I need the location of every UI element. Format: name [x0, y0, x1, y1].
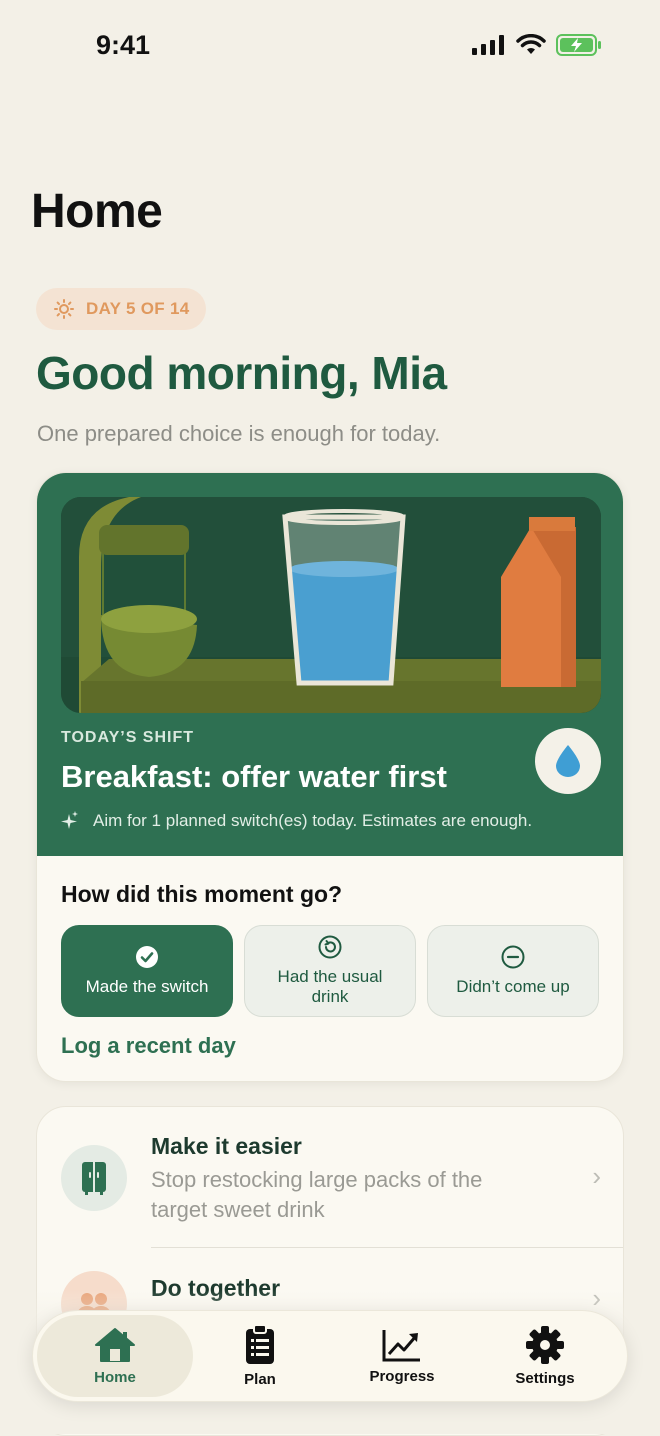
status-icons	[472, 34, 602, 56]
fridge-icon	[82, 1162, 106, 1195]
made-switch-label: Made the switch	[85, 977, 209, 996]
sun-icon	[54, 299, 74, 319]
check-circle-icon	[136, 946, 158, 968]
page-title: Home	[31, 185, 163, 238]
tab-plan-label: Plan	[244, 1370, 276, 1388]
shift-note-text: Aim for 1 planned switch(es) today. Esti…	[93, 811, 533, 830]
shift-illustration	[61, 497, 601, 713]
minus-circle-icon	[501, 945, 525, 969]
wifi-icon	[516, 34, 546, 54]
tab-bar: Home Plan Progress Settings	[32, 1310, 628, 1402]
tab-plan[interactable]: Plan	[185, 1311, 335, 1401]
tip-title: Make it easier	[151, 1133, 302, 1159]
greeting-subtitle: One prepared choice is enough for today.	[37, 421, 441, 446]
clipboard-icon	[246, 1324, 274, 1364]
signal-icon	[472, 35, 504, 55]
made-switch-button[interactable]: Made the switch	[61, 925, 233, 1017]
tab-home-label: Home	[94, 1368, 136, 1386]
battery-icon	[556, 34, 601, 56]
tab-home[interactable]: Home	[37, 1315, 193, 1397]
tip-divider	[151, 1247, 623, 1248]
water-drop-button[interactable]	[535, 728, 601, 794]
shift-note: Aim for 1 planned switch(es) today. Esti…	[61, 811, 532, 831]
greeting-title: Good morning, Mia	[36, 347, 447, 399]
gear-icon	[526, 1325, 564, 1364]
tab-progress-label: Progress	[369, 1367, 435, 1385]
didnt-come-up-button[interactable]: Didn’t come up	[427, 925, 599, 1017]
shift-eyebrow: TODAY’S SHIFT	[61, 729, 195, 746]
home-icon	[95, 1327, 135, 1362]
shift-card-header: TODAY’S SHIFT Breakfast: offer water fir…	[37, 473, 623, 856]
tab-progress[interactable]: Progress	[327, 1311, 477, 1401]
status-time: 9:41	[96, 30, 151, 60]
didnt-come-up-label: Didn’t come up	[456, 977, 570, 996]
moment-question: How did this moment go?	[61, 881, 343, 907]
water-drop-icon	[556, 745, 580, 777]
tab-settings[interactable]: Settings	[470, 1311, 620, 1401]
day-badge: DAY 5 OF 14	[36, 288, 206, 330]
log-recent-day-link[interactable]: Log a recent day	[61, 1033, 236, 1059]
usual-drink-label: Had the usual drink	[277, 967, 383, 1006]
todays-shift-card: TODAY’S SHIFT Breakfast: offer water fir…	[36, 472, 624, 1082]
chevron-right-icon: ›	[592, 1161, 601, 1191]
shift-title: Breakfast: offer water first	[61, 759, 447, 794]
fridge-icon-wrap	[61, 1145, 127, 1211]
undo-circle-icon	[318, 935, 342, 959]
tab-settings-label: Settings	[515, 1369, 575, 1387]
sparkle-icon	[61, 811, 78, 829]
chart-icon	[382, 1329, 420, 1361]
tip-description: Stop restocking large packs of the targe…	[151, 1167, 483, 1222]
day-badge-label: DAY 5 OF 14	[86, 299, 190, 318]
usual-drink-button[interactable]: Had the usual drink	[244, 925, 416, 1017]
